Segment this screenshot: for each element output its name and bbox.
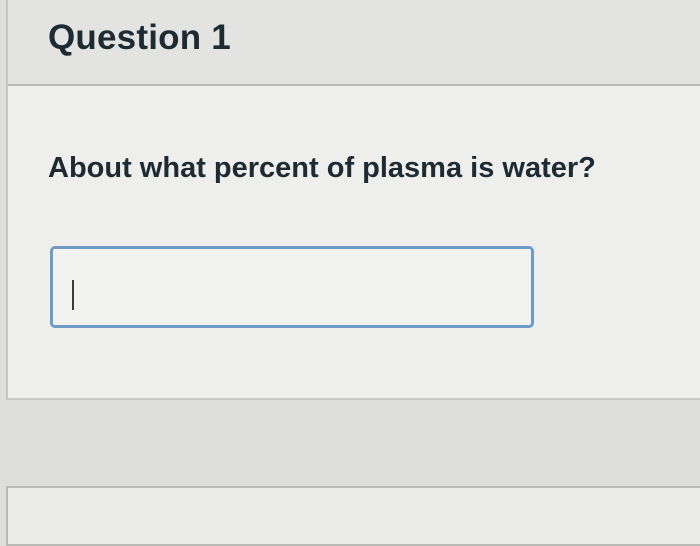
next-question-card	[6, 486, 700, 546]
question-title: Question 1	[48, 18, 231, 57]
question-text: About what percent of plasma is water?	[48, 152, 596, 184]
question-body: About what percent of plasma is water?	[8, 86, 700, 398]
question-card: Question 1 About what percent of plasma …	[6, 0, 700, 400]
question-header: Question 1	[8, 0, 700, 86]
text-cursor	[72, 280, 74, 310]
answer-input[interactable]	[50, 246, 534, 328]
